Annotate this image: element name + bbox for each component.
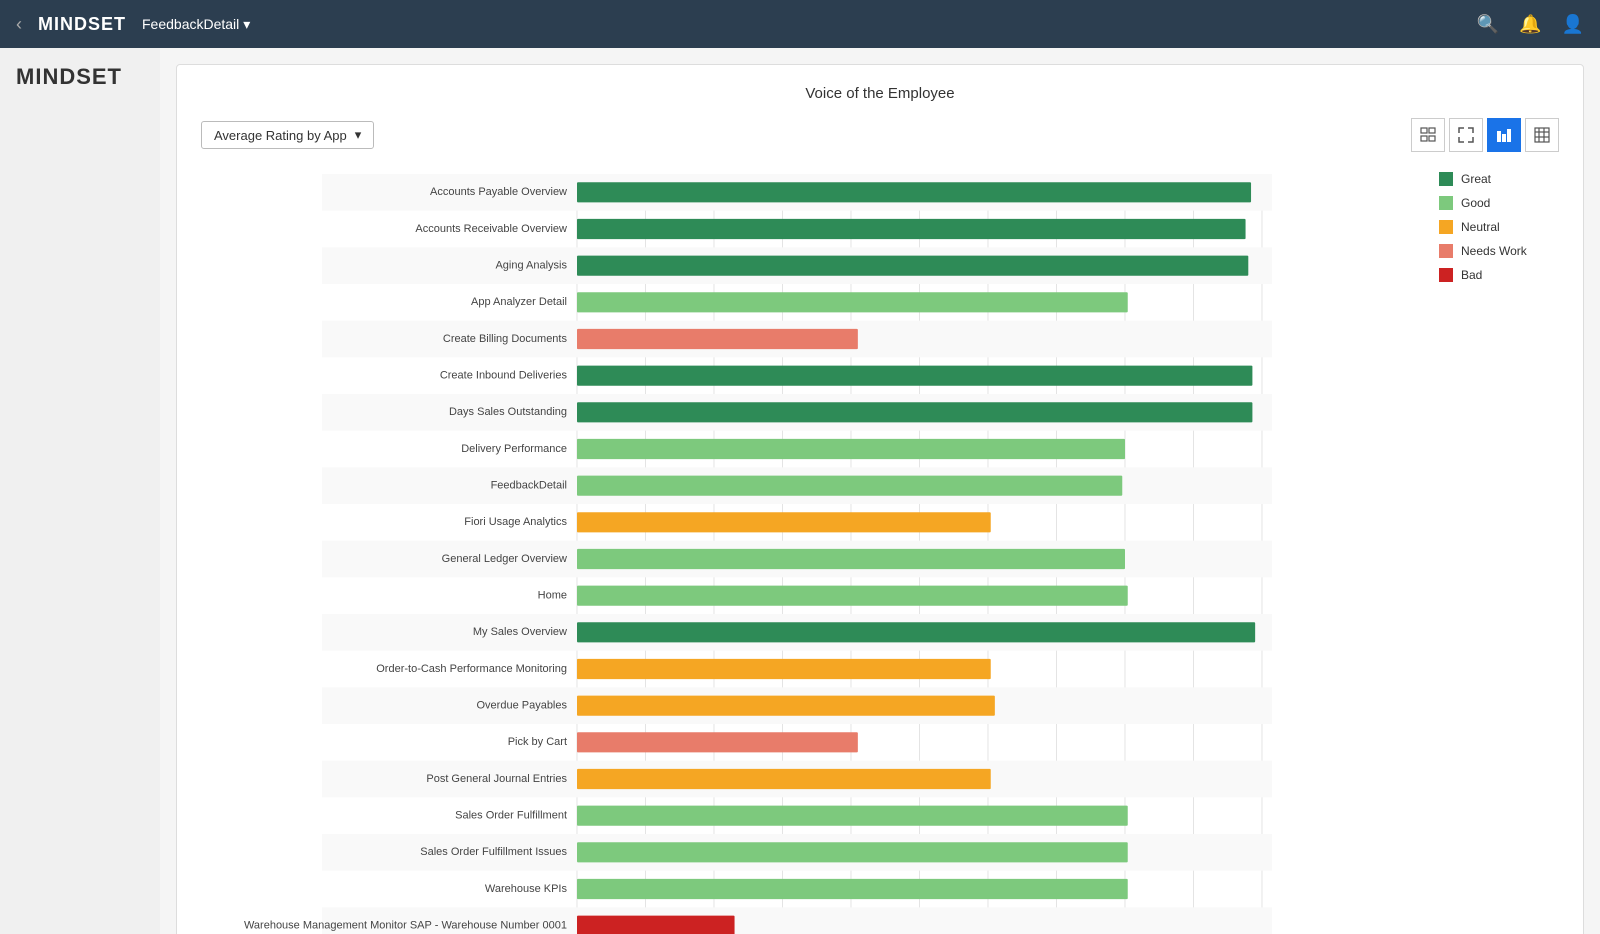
svg-text:Delivery Performance: Delivery Performance bbox=[461, 443, 567, 455]
legend-good-label: Good bbox=[1461, 196, 1490, 210]
legend-good-color bbox=[1439, 196, 1453, 210]
svg-text:General Ledger Overview: General Ledger Overview bbox=[442, 553, 567, 565]
legend-great: Great bbox=[1439, 172, 1559, 186]
svg-text:Pick by Cart: Pick by Cart bbox=[508, 736, 567, 748]
legend-needs-work: Needs Work bbox=[1439, 244, 1559, 258]
legend-needs-work-label: Needs Work bbox=[1461, 244, 1527, 258]
legend-bad-label: Bad bbox=[1461, 268, 1482, 282]
search-icon[interactable]: 🔍 bbox=[1477, 14, 1499, 35]
svg-text:Create Inbound Deliveries: Create Inbound Deliveries bbox=[440, 370, 568, 382]
toolbar-icons bbox=[1411, 118, 1559, 152]
svg-text:My Sales Overview: My Sales Overview bbox=[473, 626, 567, 638]
chart-toolbar: Average Rating by App ▾ bbox=[201, 118, 1559, 152]
nav-title[interactable]: FeedbackDetail ▾ bbox=[142, 16, 250, 33]
chart-svg-area: .bar-label { font-size: 11px; fill: #444… bbox=[201, 164, 1423, 934]
svg-text:App Analyzer Detail: App Analyzer Detail bbox=[471, 296, 567, 308]
grid-button[interactable] bbox=[1525, 118, 1559, 152]
sidebar: MINDSET bbox=[0, 48, 160, 934]
top-navigation: ‹ MINDSET FeedbackDetail ▾ 🔍 🔔 👤 bbox=[0, 0, 1600, 48]
svg-text:Aging Analysis: Aging Analysis bbox=[495, 260, 567, 272]
legend-neutral: Neutral bbox=[1439, 220, 1559, 234]
main-content: Voice of the Employee Average Rating by … bbox=[160, 48, 1600, 934]
chart-title: Voice of the Employee bbox=[201, 85, 1559, 102]
sidebar-logo: MINDSET bbox=[16, 64, 144, 90]
bar-chart-button[interactable] bbox=[1487, 118, 1521, 152]
legend-bad: Bad bbox=[1439, 268, 1559, 282]
legend-great-color bbox=[1439, 172, 1453, 186]
nav-icons: 🔍 🔔 👤 bbox=[1477, 14, 1584, 35]
svg-text:Sales Order Fulfillment Issues: Sales Order Fulfillment Issues bbox=[420, 846, 567, 858]
legend-neutral-color bbox=[1439, 220, 1453, 234]
svg-text:FeedbackDetail: FeedbackDetail bbox=[491, 480, 567, 492]
svg-text:Fiori Usage Analytics: Fiori Usage Analytics bbox=[464, 516, 567, 528]
dropdown-arrow-icon: ▾ bbox=[355, 127, 362, 143]
svg-text:Order-to-Cash Performance Moni: Order-to-Cash Performance Monitoring bbox=[376, 663, 567, 675]
metric-dropdown[interactable]: Average Rating by App ▾ bbox=[201, 121, 374, 149]
chart-area: .bar-label { font-size: 11px; fill: #444… bbox=[201, 164, 1559, 934]
svg-text:Post General Journal Entries: Post General Journal Entries bbox=[426, 773, 567, 785]
table-view-button[interactable] bbox=[1411, 118, 1445, 152]
bar-chart-svg: .bar-label { font-size: 11px; fill: #444… bbox=[201, 164, 1423, 934]
legend-bad-color bbox=[1439, 268, 1453, 282]
legend-great-label: Great bbox=[1461, 172, 1491, 186]
svg-text:Days Sales Outstanding: Days Sales Outstanding bbox=[449, 406, 567, 418]
svg-text:Accounts Payable Overview: Accounts Payable Overview bbox=[430, 186, 567, 198]
svg-text:Create Billing Documents: Create Billing Documents bbox=[443, 333, 568, 345]
svg-text:Overdue Payables: Overdue Payables bbox=[477, 700, 568, 712]
notification-icon[interactable]: 🔔 bbox=[1519, 14, 1541, 35]
svg-text:Sales Order Fulfillment: Sales Order Fulfillment bbox=[455, 810, 567, 822]
nav-logo: MINDSET bbox=[38, 14, 126, 35]
svg-text:Home: Home bbox=[538, 590, 567, 602]
dropdown-label: Average Rating by App bbox=[214, 128, 347, 143]
legend-good: Good bbox=[1439, 196, 1559, 210]
svg-text:Warehouse KPIs: Warehouse KPIs bbox=[485, 883, 568, 895]
chart-container: Voice of the Employee Average Rating by … bbox=[176, 64, 1584, 934]
expand-button[interactable] bbox=[1449, 118, 1483, 152]
legend-neutral-label: Neutral bbox=[1461, 220, 1500, 234]
svg-text:Warehouse Management Monitor S: Warehouse Management Monitor SAP - Wareh… bbox=[244, 920, 567, 932]
back-button[interactable]: ‹ bbox=[16, 14, 22, 35]
legend-needs-work-color bbox=[1439, 244, 1453, 258]
svg-text:Accounts Receivable Overview: Accounts Receivable Overview bbox=[415, 223, 567, 235]
user-icon[interactable]: 👤 bbox=[1562, 14, 1584, 35]
chart-legend: Great Good Neutral Needs Work Bad bbox=[1439, 164, 1559, 934]
